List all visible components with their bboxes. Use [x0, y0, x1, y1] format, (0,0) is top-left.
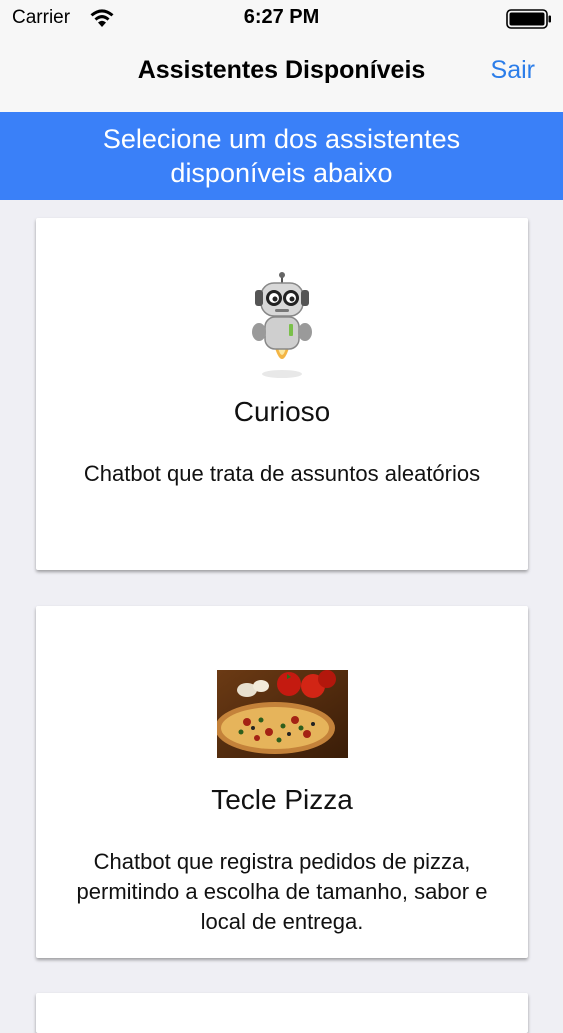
pizza-photo-image [214, 670, 348, 758]
status-bar: Carrier 6:27 PM [0, 0, 563, 38]
assistant-card-curioso[interactable]: Curioso Chatbot que trata de assuntos al… [36, 218, 528, 570]
instruction-text: Selecione um dos assistentes disponíveis… [102, 124, 461, 188]
navigation-bar: Assistentes Disponíveis Sair [0, 38, 563, 112]
assistant-name: Tecle Pizza [211, 784, 353, 815]
assistant-description: Chatbot que trata de assuntos aleatórios [83, 461, 481, 486]
assistant-description: Chatbot que registra pedidos de pizza, p… [76, 849, 488, 934]
instruction-banner: Selecione um dos assistentes disponíveis… [0, 112, 563, 200]
logout-button[interactable]: Sair [491, 56, 535, 85]
assistant-name: Curioso [233, 396, 331, 427]
status-time: 6:27 PM [243, 6, 320, 28]
assistant-image [36, 670, 528, 760]
assistant-image [36, 270, 528, 382]
robot-mascot-image [252, 272, 312, 378]
battery-icon [506, 9, 551, 29]
assistant-card-partial[interactable] [36, 993, 528, 1033]
assistant-card-tecle-pizza[interactable]: Tecle Pizza Chatbot que registra pedidos… [36, 606, 528, 958]
page-title: Assistentes Disponíveis [137, 56, 426, 84]
